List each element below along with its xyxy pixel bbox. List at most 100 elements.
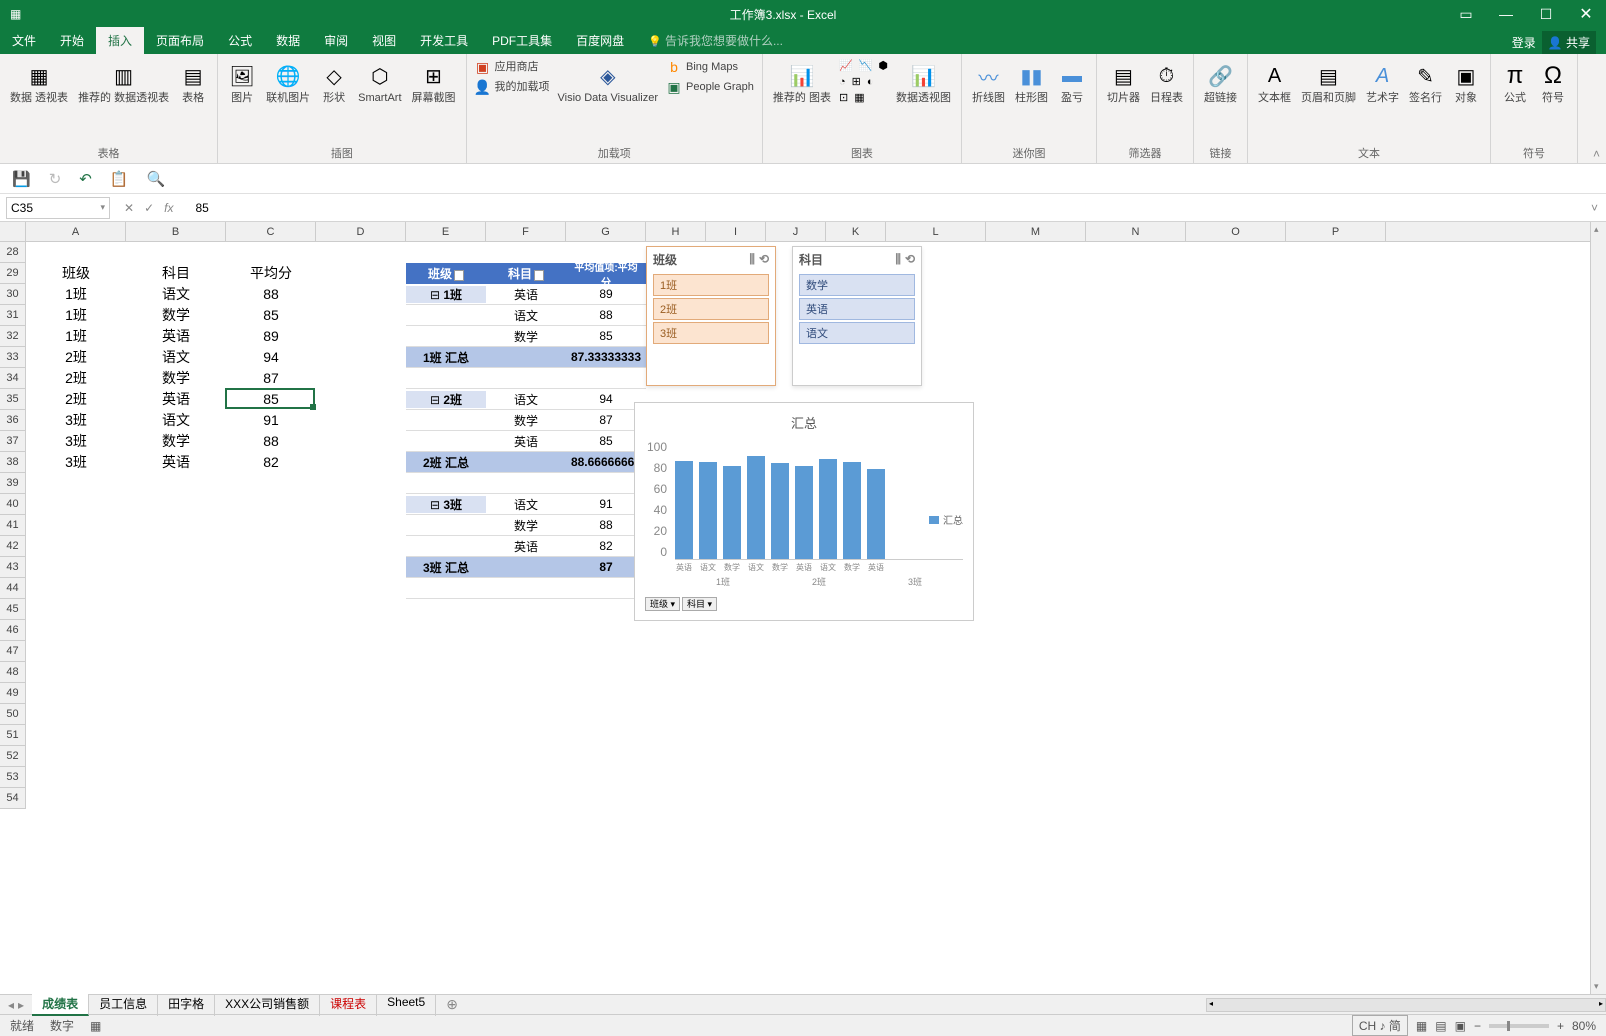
row-header-32[interactable]: 32 — [0, 326, 25, 347]
store-button[interactable]: ▣应用商店 — [473, 58, 552, 76]
row-header-37[interactable]: 37 — [0, 431, 25, 452]
cell[interactable]: 87 — [226, 368, 316, 389]
column-headers[interactable]: ABCDEFGHIJKLMNOP — [26, 222, 1590, 242]
bing-button[interactable]: bBing Maps — [664, 58, 756, 76]
slicer-item[interactable]: 英语 — [799, 298, 915, 320]
col-header-B[interactable]: B — [126, 222, 226, 241]
share-button[interactable]: 👤 共享 — [1542, 31, 1596, 54]
tab-pdf[interactable]: PDF工具集 — [480, 27, 564, 54]
macro-icon[interactable]: ▦ — [90, 1019, 101, 1033]
wordart-button[interactable]: A艺术字 — [1362, 58, 1403, 143]
qat-icon-1[interactable]: 📋 — [110, 170, 129, 188]
cell[interactable]: 2班 — [26, 389, 126, 410]
tell-me[interactable]: 💡 告诉我您想要做什么... — [636, 27, 795, 54]
multi-select-icon[interactable]: ⫼ — [749, 252, 755, 267]
hyperlink-button[interactable]: 🔗超链接 — [1200, 58, 1241, 143]
close-button[interactable]: ✕ — [1566, 0, 1606, 28]
ime-status[interactable]: CH ♪ 简 — [1352, 1015, 1408, 1036]
row-header-36[interactable]: 36 — [0, 410, 25, 431]
signature-button[interactable]: ✎签名行 — [1405, 58, 1446, 143]
cell[interactable]: 英语 — [126, 389, 226, 410]
cell[interactable]: 89 — [226, 326, 316, 347]
cell[interactable]: 3班 — [26, 410, 126, 431]
col-header-J[interactable]: J — [766, 222, 826, 241]
cell[interactable]: 3班 — [26, 452, 126, 473]
row-header-39[interactable]: 39 — [0, 473, 25, 494]
cells-area[interactable]: 班级科目平均分1班语文881班数学851班英语892班语文942班数学872班英… — [26, 242, 1590, 994]
row-header-45[interactable]: 45 — [0, 599, 25, 620]
pivot-table-button[interactable]: ▦数据 透视表 — [6, 58, 72, 143]
zoom-level[interactable]: 80% — [1572, 1019, 1596, 1033]
ribbon-display-icon[interactable]: ▦ — [0, 7, 120, 21]
header-button[interactable]: ▤页眉和页脚 — [1297, 58, 1360, 143]
sheet-tab[interactable]: 成绩表 — [32, 993, 89, 1016]
people-button[interactable]: ▣People Graph — [664, 78, 756, 96]
fill-handle[interactable] — [310, 404, 316, 410]
sheet-nav-next[interactable]: ▸ — [18, 998, 24, 1012]
enter-formula-icon[interactable]: ✓ — [144, 201, 154, 215]
col-header-E[interactable]: E — [406, 222, 486, 241]
tab-home[interactable]: 开始 — [48, 27, 96, 54]
tab-file[interactable]: 文件 — [0, 27, 48, 54]
chart-type-5[interactable]: ⊞ — [850, 74, 863, 89]
tab-layout[interactable]: 页面布局 — [144, 27, 216, 54]
picture-button[interactable]: 🖼图片 — [224, 58, 260, 143]
name-box[interactable]: C35 — [6, 197, 110, 219]
cell[interactable]: 语文 — [126, 410, 226, 431]
row-header-35[interactable]: 35 — [0, 389, 25, 410]
col-header-A[interactable]: A — [26, 222, 126, 241]
row-header-43[interactable]: 43 — [0, 557, 25, 578]
tab-formula[interactable]: 公式 — [216, 27, 264, 54]
minimize-button[interactable]: — — [1486, 0, 1526, 28]
row-header-41[interactable]: 41 — [0, 515, 25, 536]
cell[interactable]: 88 — [226, 284, 316, 305]
screenshot-button[interactable]: ⊞屏幕截图 — [408, 58, 460, 143]
clear-filter-icon[interactable]: ⟲ — [759, 252, 769, 267]
view-layout-icon[interactable]: ▤ — [1435, 1019, 1446, 1033]
cell[interactable]: 85 — [226, 305, 316, 326]
chart-type-6[interactable]: ◐ — [865, 74, 876, 89]
maximize-button[interactable]: ☐ — [1526, 0, 1566, 28]
cell[interactable]: 82 — [226, 452, 316, 473]
col-header-M[interactable]: M — [986, 222, 1086, 241]
zoom-slider[interactable] — [1489, 1024, 1549, 1028]
row-header-46[interactable]: 46 — [0, 620, 25, 641]
row-header-48[interactable]: 48 — [0, 662, 25, 683]
cell[interactable]: 英语 — [126, 452, 226, 473]
chart-type-3[interactable]: ⬢ — [876, 58, 890, 73]
row-header-53[interactable]: 53 — [0, 767, 25, 788]
col-header-O[interactable]: O — [1186, 222, 1286, 241]
timeline-button[interactable]: ⏱日程表 — [1146, 58, 1187, 143]
col-header-C[interactable]: C — [226, 222, 316, 241]
row-header-52[interactable]: 52 — [0, 746, 25, 767]
sheet-tab[interactable]: 课程表 — [320, 993, 377, 1016]
cell[interactable]: 1班 — [26, 326, 126, 347]
cell[interactable]: 班级 — [26, 263, 126, 284]
col-header-I[interactable]: I — [706, 222, 766, 241]
qat-icon-2[interactable]: 🔍 — [147, 170, 166, 188]
tab-insert[interactable]: 插入 — [96, 27, 144, 54]
multi-select-icon[interactable]: ⫼ — [895, 252, 901, 267]
chart-type-2[interactable]: 📉 — [857, 58, 875, 73]
rec-pivot-button[interactable]: ▥推荐的 数据透视表 — [74, 58, 173, 143]
zoom-out-button[interactable]: − — [1474, 1019, 1481, 1033]
slicer-item[interactable]: 语文 — [799, 322, 915, 344]
sheet-tab[interactable]: 员工信息 — [89, 993, 158, 1016]
cell[interactable]: 2班 — [26, 368, 126, 389]
symbol-button[interactable]: Ω符号 — [1535, 58, 1571, 143]
fx-icon[interactable]: fx — [164, 201, 173, 215]
cell[interactable]: 语文 — [126, 284, 226, 305]
cell[interactable]: 88 — [226, 431, 316, 452]
cell[interactable]: 3班 — [26, 431, 126, 452]
slicer-item[interactable]: 1班 — [653, 274, 769, 296]
tab-review[interactable]: 审阅 — [312, 27, 360, 54]
row-header-28[interactable]: 28 — [0, 242, 25, 263]
row-header-29[interactable]: 29 — [0, 263, 25, 284]
sparkline-button[interactable]: 〰折线图 — [968, 58, 1009, 143]
slicer-item[interactable]: 3班 — [653, 322, 769, 344]
cell[interactable]: 91 — [226, 410, 316, 431]
table-button[interactable]: ▤表格 — [175, 58, 211, 143]
view-break-icon[interactable]: ▣ — [1455, 1019, 1466, 1033]
sheet-tab[interactable]: XXX公司销售额 — [215, 993, 320, 1016]
cell[interactable]: 数学 — [126, 368, 226, 389]
